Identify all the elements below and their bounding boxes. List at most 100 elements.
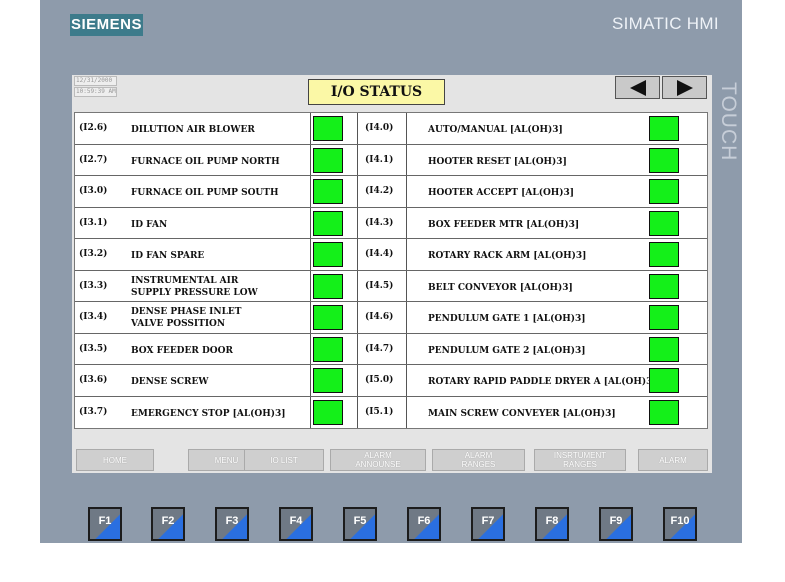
function-key-f7[interactable]: F7 <box>471 507 505 541</box>
status-indicator <box>649 116 679 141</box>
status-indicator <box>313 273 343 299</box>
table-row: (I4.7) PENDULUM GATE 2 [AL(OH)3] <box>357 334 707 365</box>
screen-button-1[interactable]: HOME <box>76 449 154 471</box>
touch-side-label: TOUCH <box>714 78 744 178</box>
function-key-f2[interactable]: F2 <box>151 507 185 541</box>
button-label-line: RANGES <box>563 460 597 469</box>
io-status-table: (I2.6) DILUTION AIR BLOWER (I2.7) FURNACE O… <box>74 112 708 429</box>
table-row: (I3.7) EMERGENCY STOP [AL(OH)3] <box>75 397 357 429</box>
io-description-line: SUPPLY PRESSURE LOW <box>131 287 258 298</box>
status-indicator <box>313 116 343 141</box>
table-row: (I3.3) INSTRUMENTAL AIR SUPPLY PRESSURE LO… <box>75 271 357 302</box>
time-field: 10:59:39 AM <box>74 87 117 97</box>
table-row: (I4.0) AUTO/MANUAL [AL(OH)3] <box>357 113 707 145</box>
status-indicator <box>313 147 343 173</box>
screen-button-label: MENU <box>215 456 239 465</box>
io-address: (I3.4) <box>79 312 108 322</box>
status-indicator <box>649 399 679 425</box>
status-indicator <box>649 368 679 393</box>
table-row: (I4.2) HOOTER ACCEPT [AL(OH)3] <box>357 176 707 208</box>
status-indicator <box>313 305 343 330</box>
screen-button-bar: HOME MENU IO LIST ALARM ANNOUNSE ALARM RANGES I… <box>72 447 712 473</box>
function-key-f1[interactable]: F1 <box>88 507 122 541</box>
status-indicator <box>313 179 343 204</box>
io-description: EMERGENCY STOP [AL(OH)3] <box>131 408 286 419</box>
button-label-line: MENU <box>214 455 239 465</box>
io-description: ID FAN <box>131 219 168 230</box>
function-key-f6[interactable]: F6 <box>407 507 441 541</box>
table-row: (I4.3) BOX FEEDER MTR [AL(OH)3] <box>357 208 707 239</box>
button-label-line: ALARM <box>659 455 687 465</box>
table-row: (I3.6) DENSE SCREW <box>75 365 357 397</box>
io-description: MAIN SCREW CONVEYER [AL(OH)3] <box>428 408 616 419</box>
function-key-f8[interactable]: F8 <box>535 507 569 541</box>
io-description: FURNACE OIL PUMP SOUTH <box>131 188 279 198</box>
io-address: (I3.7) <box>79 406 108 417</box>
io-description-line: INSTRUMENTAL AIR <box>131 275 239 286</box>
status-indicator <box>313 242 343 267</box>
status-indicator <box>649 179 679 204</box>
io-address: (I4.3) <box>365 217 394 228</box>
arrow-right-icon <box>676 79 693 96</box>
button-label-line: RANGES <box>461 460 496 469</box>
screen-button-label: INSRTUMENT RANGES <box>554 451 606 469</box>
table-row: (I5.0) ROTARY RAPID PADDLE DRYER A [AL(OH… <box>357 365 707 397</box>
table-row: (I2.7) FURNACE OIL PUMP NORTH <box>75 145 357 176</box>
function-key-f5[interactable]: F5 <box>343 507 377 541</box>
io-description: ID FAN SPARE <box>131 251 205 261</box>
io-description: HOOTER RESET [AL(OH)3] <box>428 156 567 167</box>
status-indicator <box>313 210 343 236</box>
page-title: I/O STATUS <box>308 79 445 105</box>
io-description: HOOTER ACCEPT [AL(OH)3] <box>428 188 575 198</box>
screen-button-label: ALARM ANNOUNSE <box>355 451 400 469</box>
function-key-f4[interactable]: F4 <box>279 507 313 541</box>
io-address: (I4.0) <box>365 123 394 133</box>
io-description: PENDULUM GATE 2 [AL(OH)3] <box>428 345 586 356</box>
table-row: (I5.1) MAIN SCREW CONVEYER [AL(OH)3] <box>357 397 707 429</box>
io-address: (I2.7) <box>79 154 108 165</box>
prev-page-button[interactable] <box>615 76 660 99</box>
io-description: ROTARY RAPID PADDLE DRYER A [AL(OH)3] <box>428 377 657 387</box>
io-description: ROTARY RACK ARM [AL(OH)3] <box>428 251 587 261</box>
screen-button-6[interactable]: INSRTUMENT RANGES <box>534 449 626 471</box>
function-key-f3[interactable]: F3 <box>215 507 249 541</box>
screen-button-7[interactable]: ALARM <box>638 449 708 471</box>
table-row: (I4.1) HOOTER RESET [AL(OH)3] <box>357 145 707 176</box>
io-address: (I5.1) <box>365 406 394 417</box>
status-indicator <box>649 242 679 267</box>
io-description: DILUTION AIR BLOWER <box>131 125 255 135</box>
screen-button-4[interactable]: ALARM ANNOUNSE <box>330 449 426 471</box>
table-row: (I2.6) DILUTION AIR BLOWER <box>75 113 357 145</box>
button-label-line: ALARM <box>464 451 493 460</box>
next-page-button[interactable] <box>662 76 707 99</box>
io-address: (I2.6) <box>79 123 108 133</box>
io-description: DENSE SCREW <box>131 377 209 387</box>
function-key-f10[interactable]: F10 <box>663 507 697 541</box>
status-indicator <box>649 147 679 173</box>
table-row: (I3.1) ID FAN <box>75 208 357 239</box>
io-description: AUTO/MANUAL [AL(OH)3] <box>428 125 563 135</box>
screen-button-3[interactable]: IO LIST <box>244 449 324 471</box>
model-label: SIMATIC HMI <box>612 14 719 33</box>
io-description: BOX FEEDER MTR [AL(OH)3] <box>428 219 580 230</box>
screen-button-label: ALARM <box>659 456 687 465</box>
io-address: (I3.2) <box>79 249 108 259</box>
function-key-f9[interactable]: F9 <box>599 507 633 541</box>
datetime-display: 12/31/2000 10:59:39 AM <box>74 76 117 98</box>
io-address: (I3.3) <box>79 280 108 291</box>
arrow-left-icon <box>629 79 646 96</box>
screen-button-5[interactable]: ALARM RANGES <box>432 449 525 471</box>
io-description: FURNACE OIL PUMP NORTH <box>131 156 280 167</box>
date-field: 12/31/2000 <box>74 76 117 86</box>
io-description: DENSE PHASE INLET VALVE POSSITION <box>131 306 241 330</box>
screen-button-label: HOME <box>103 456 127 465</box>
touch-text: TOUCH <box>717 82 740 161</box>
io-address: (I3.1) <box>79 217 108 228</box>
io-address: (I3.5) <box>79 343 108 354</box>
table-row: (I3.5) BOX FEEDER DOOR <box>75 334 357 365</box>
io-description-line: VALVE POSSITION <box>131 319 226 329</box>
io-address: (I4.4) <box>365 249 394 259</box>
table-row: (I3.2) ID FAN SPARE <box>75 239 357 271</box>
io-description: BOX FEEDER DOOR <box>131 345 233 356</box>
io-address: (I4.6) <box>365 312 394 322</box>
